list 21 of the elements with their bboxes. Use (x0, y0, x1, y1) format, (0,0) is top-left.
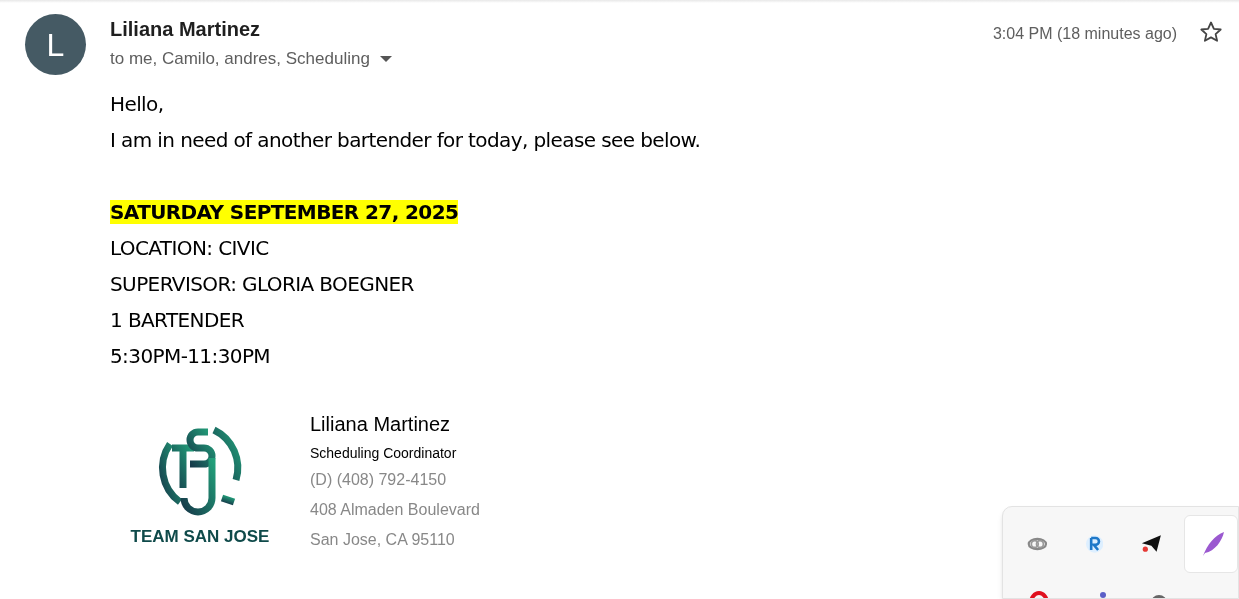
body-text-line: I am in need of another bartender for today, please see below. (110, 127, 701, 152)
timestamp: 3:04 PM (18 minutes ago) (992, 24, 1177, 44)
body-text-line: SUPERVISOR: GLORIA BOEGNER (110, 271, 414, 296)
sender-name: Liliana Martinez (110, 17, 262, 42)
signature-contact-line: (D) (408) 792-4150 (310, 469, 448, 490)
dropdown-icon[interactable] (379, 55, 392, 62)
signature-name: Liliana Martinez (310, 411, 452, 436)
signature-contact-line: 408 Almaden Boulevard (310, 499, 480, 520)
paper-plane-icon[interactable] (1141, 533, 1162, 555)
recipients: to me, Camilo, andres, Scheduling (110, 48, 370, 70)
signature-contact-line: San Jose, CA 95110 (310, 529, 456, 550)
tray-item-background[interactable] (1183, 515, 1238, 573)
body-text-line: 1 BARTENDER (110, 307, 245, 332)
signature-title: Scheduling Coordinator (310, 443, 458, 462)
star-icon[interactable] (1199, 20, 1223, 44)
body-text-line: 5:30PM-11:30PM (110, 343, 270, 368)
avatar: L (25, 14, 86, 75)
app-icon[interactable] (1085, 533, 1103, 555)
logo-text: TEAM SAN JOSE (130, 527, 270, 545)
body-text-line: Hello, (110, 91, 164, 116)
body-text-line: LOCATION: CIVIC (110, 235, 269, 260)
